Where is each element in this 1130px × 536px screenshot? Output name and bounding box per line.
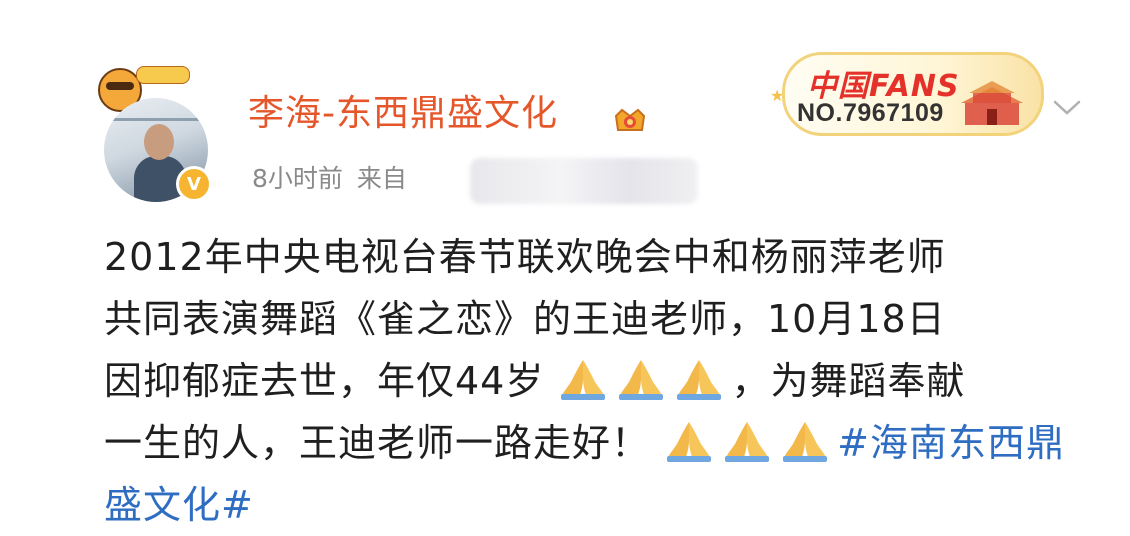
username-link[interactable]: 李海-东西鼎盛文化 [248,96,558,132]
post-line-3: 因抑郁症去世，年仅44岁 ，为舞蹈奉献 [104,350,1084,412]
blurred-source-name [470,158,698,204]
post-body: 2012年中央电视台春节联欢晚会中和杨丽萍老师 共同表演舞蹈《雀之恋》的王迪老师… [104,226,1084,536]
folded-hands-icon [783,422,828,462]
post-time[interactable]: 8小时前 [252,164,343,193]
post-line-2: 共同表演舞蹈《雀之恋》的王迪老师，10月18日 [104,297,946,341]
folded-hands-icon [677,360,722,400]
post-line-4: 一生的人，王迪老师一路走好！ #海南东西鼎盛文化# [104,412,1084,536]
folded-hands-icon [725,422,770,462]
post-line-1: 2012年中央电视台春节联欢晚会中和杨丽萍老师 [104,235,946,279]
weibo-post-card: V 李海-东西鼎盛文化 8小时前 来自 ★ 中国FANS NO.7967109 2… [0,0,1130,527]
post-meta: 8小时前 来自 [252,166,421,191]
source-label: 来自 [356,164,407,193]
folded-hands-icon [667,422,712,462]
folded-hands-icon [619,360,664,400]
tiananmen-icon [961,81,1023,125]
post-line-3a: 因抑郁症去世，年仅44岁 [104,359,545,403]
post-line-4a: 一生的人，王迪老师一路走好！ [104,421,651,465]
folded-hands-icon [561,360,606,400]
avatar-group[interactable]: V [96,62,224,202]
chevron-down-icon[interactable] [1052,98,1082,118]
verified-badge-icon: V [176,166,212,202]
post-line-3b: ，为舞蹈奉献 [731,359,966,403]
fans-badge-number: NO.7967109 [797,99,944,127]
vip-crown-icon [614,108,646,131]
fans-badge[interactable]: 中国FANS NO.7967109 [782,52,1044,136]
